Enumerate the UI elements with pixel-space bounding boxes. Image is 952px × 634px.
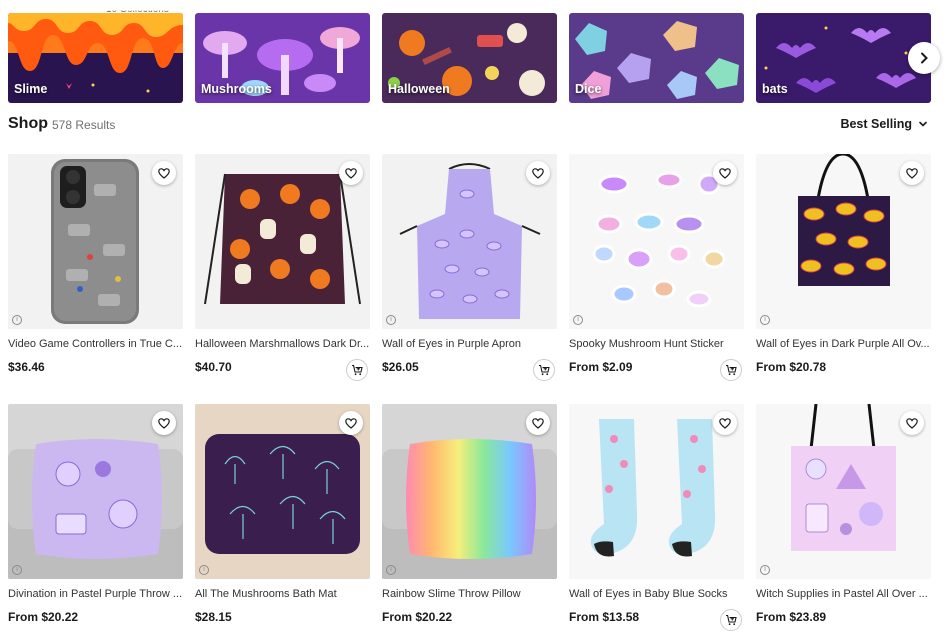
info-icon[interactable]: i — [12, 565, 22, 575]
info-icon[interactable]: i — [573, 315, 583, 325]
heart-icon — [719, 167, 731, 179]
sort-label: Best Selling — [840, 117, 912, 131]
favorite-button[interactable] — [339, 411, 363, 435]
product-card: i Witch Supplies in Pastel All Over ... … — [756, 404, 931, 624]
product-card: i Divination in Pastel Purple Throw ... … — [8, 404, 183, 624]
collection-card-dice[interactable]: Dice — [569, 13, 744, 103]
sort-dropdown[interactable]: Best Selling — [840, 117, 928, 131]
heart-icon — [719, 417, 731, 429]
chevron-down-icon — [919, 121, 927, 127]
chevron-right-icon — [921, 52, 928, 64]
info-icon[interactable]: i — [12, 315, 22, 325]
product-card: i All The Mushrooms Bath Mat $28.15 — [195, 404, 370, 624]
product-image-link[interactable]: i — [195, 404, 370, 579]
info-icon[interactable]: i — [760, 315, 770, 325]
heart-icon — [158, 167, 170, 179]
heart-icon — [532, 167, 544, 179]
favorite-button[interactable] — [526, 411, 550, 435]
product-price: From $20.22 — [8, 610, 79, 624]
add-to-cart-button[interactable] — [720, 609, 742, 631]
collection-label: Mushrooms — [201, 82, 272, 96]
favorite-button[interactable] — [339, 161, 363, 185]
collection-label: Slime — [14, 82, 48, 96]
product-title[interactable]: Halloween Marshmallows Dark Dr... — [195, 338, 370, 350]
add-to-cart-button[interactable] — [346, 359, 368, 381]
product-price: $28.15 — [195, 610, 232, 624]
product-card: i Rainbow Slime Throw Pillow From $20.22 — [382, 404, 557, 624]
product-image-link[interactable] — [195, 154, 370, 329]
favorite-button[interactable] — [152, 411, 176, 435]
collections-next-button[interactable] — [908, 42, 940, 74]
collection-label: bats — [762, 82, 788, 96]
shop-title: Shop — [8, 115, 48, 132]
product-title[interactable]: Wall of Eyes in Purple Apron — [382, 338, 557, 350]
product-price: $26.05 — [382, 360, 419, 374]
heart-icon — [345, 167, 357, 179]
info-icon[interactable]: i — [386, 565, 396, 575]
product-image-link[interactable]: i — [382, 404, 557, 579]
results-count: 578 Results — [52, 118, 116, 132]
heart-icon — [906, 417, 918, 429]
collections-carousel: 10 Collections Slime Mushrooms Halloween… — [8, 11, 940, 103]
product-price: $40.70 — [195, 360, 232, 374]
collection-label: Halloween — [388, 82, 450, 96]
favorite-button[interactable] — [713, 161, 737, 185]
product-card: i Wall of Eyes in Purple Apron $26.05 — [382, 154, 557, 381]
product-card: i Spooky Mushroom Hunt Sticker From $2.0… — [569, 154, 744, 381]
product-image-link[interactable]: i — [756, 404, 931, 579]
product-image-link[interactable]: i — [382, 154, 557, 329]
favorite-button[interactable] — [900, 161, 924, 185]
add-to-cart-icon — [726, 364, 737, 376]
collection-card-slime[interactable]: Slime — [8, 13, 183, 103]
heart-icon — [345, 417, 357, 429]
product-title[interactable]: Witch Supplies in Pastel All Over ... — [756, 588, 931, 600]
add-to-cart-icon — [726, 614, 737, 626]
collection-label: Dice — [575, 82, 602, 96]
favorite-button[interactable] — [900, 411, 924, 435]
add-to-cart-button[interactable] — [720, 359, 742, 381]
product-title[interactable]: Wall of Eyes in Baby Blue Socks — [569, 588, 744, 600]
product-price: From $13.58 — [569, 610, 640, 624]
collection-card-mushrooms[interactable]: Mushrooms — [195, 13, 370, 103]
info-icon[interactable]: i — [199, 565, 209, 575]
collection-card-halloween[interactable]: Halloween — [382, 13, 557, 103]
add-to-cart-button[interactable] — [533, 359, 555, 381]
product-price: From $20.22 — [382, 610, 453, 624]
product-image-link[interactable]: i — [569, 154, 744, 329]
product-title[interactable]: Video Game Controllers in True C... — [8, 338, 183, 350]
add-to-cart-icon — [352, 364, 363, 376]
heart-icon — [532, 417, 544, 429]
product-title[interactable]: Spooky Mushroom Hunt Sticker — [569, 338, 744, 350]
product-card: i Wall of Eyes in Dark Purple All Ov... … — [756, 154, 931, 374]
info-icon[interactable]: i — [760, 565, 770, 575]
product-image-link[interactable] — [569, 404, 744, 579]
product-price: From $23.89 — [756, 610, 827, 624]
product-title[interactable]: Rainbow Slime Throw Pillow — [382, 588, 557, 600]
product-image-link[interactable]: i — [8, 404, 183, 579]
product-card: i Video Game Controllers in True C... $3… — [8, 154, 183, 374]
favorite-button[interactable] — [526, 161, 550, 185]
collection-card-bats[interactable]: bats — [756, 13, 931, 103]
product-price: From $20.78 — [756, 360, 827, 374]
product-image-link[interactable]: i — [8, 154, 183, 329]
favorite-button[interactable] — [713, 411, 737, 435]
product-title[interactable]: All The Mushrooms Bath Mat — [195, 588, 370, 600]
product-title[interactable]: Divination in Pastel Purple Throw ... — [8, 588, 183, 600]
favorite-button[interactable] — [152, 161, 176, 185]
add-to-cart-icon — [539, 364, 550, 376]
product-card: Wall of Eyes in Baby Blue Socks From $13… — [569, 404, 744, 631]
heart-icon — [906, 167, 918, 179]
info-icon[interactable]: i — [386, 315, 396, 325]
heart-icon — [158, 417, 170, 429]
product-title[interactable]: Wall of Eyes in Dark Purple All Ov... — [756, 338, 931, 350]
product-card: Halloween Marshmallows Dark Dr... $40.70 — [195, 154, 370, 381]
product-price: From $2.09 — [569, 360, 633, 374]
product-price: $36.46 — [8, 360, 45, 374]
product-image-link[interactable]: i — [756, 154, 931, 329]
